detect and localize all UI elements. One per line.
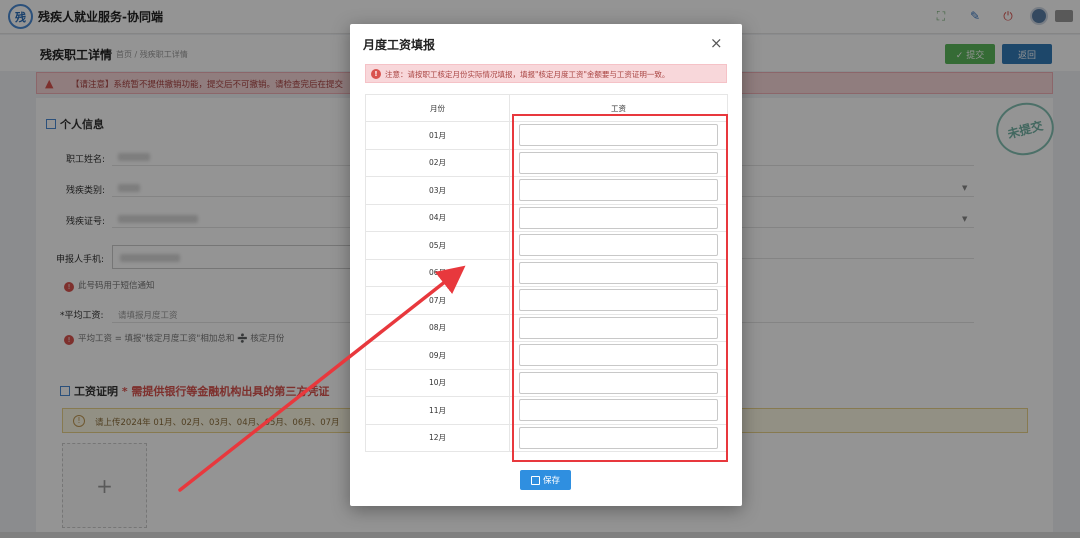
col-header-month: 月份 <box>365 94 510 122</box>
salary-cell <box>509 396 728 425</box>
salary-row: 12月 <box>365 423 728 452</box>
salary-row: 07月 <box>365 286 728 315</box>
salary-row: 03月 <box>365 176 728 205</box>
col-header-salary: 工资 <box>509 94 728 122</box>
salary-input[interactable] <box>519 344 718 367</box>
salary-row: 06月 <box>365 258 728 287</box>
month-cell: 06月 <box>365 258 510 287</box>
save-button[interactable]: 保存 <box>520 470 571 490</box>
salary-input[interactable] <box>519 261 718 284</box>
month-cell: 01月 <box>365 121 510 150</box>
salary-input[interactable] <box>519 399 718 422</box>
month-cell: 05月 <box>365 231 510 260</box>
salary-input[interactable] <box>519 234 718 257</box>
salary-row: 08月 <box>365 313 728 342</box>
salary-input[interactable] <box>519 371 718 394</box>
salary-row: 04月 <box>365 203 728 232</box>
close-icon[interactable]: × <box>710 34 723 52</box>
month-cell: 02月 <box>365 148 510 177</box>
save-icon <box>530 475 540 485</box>
salary-row: 11月 <box>365 396 728 425</box>
salary-cell <box>509 231 728 260</box>
modal-title: 月度工资填报 <box>363 38 436 52</box>
salary-cell <box>509 423 728 452</box>
salary-cell <box>509 286 728 315</box>
salary-input[interactable] <box>519 206 718 229</box>
salary-input[interactable] <box>519 426 718 449</box>
salary-cell <box>509 313 728 342</box>
month-cell: 10月 <box>365 368 510 397</box>
month-cell: 07月 <box>365 286 510 315</box>
month-cell: 08月 <box>365 313 510 342</box>
salary-cell <box>509 148 728 177</box>
salary-row: 01月 <box>365 121 728 150</box>
salary-input[interactable] <box>519 179 718 202</box>
salary-table: 月份 工资 01月 02月 03月 04月 05月 06月 07月 08月 09月 10月 11月 1… <box>365 94 728 452</box>
month-cell: 04月 <box>365 203 510 232</box>
salary-input[interactable] <box>519 289 718 312</box>
salary-input[interactable] <box>519 316 718 339</box>
salary-modal: 月度工资填报 × ! 注意：请按职工核定月份实际情况填报，填报"核定月度工资"金… <box>350 24 742 506</box>
modal-notice-text: 注意：请按职工核定月份实际情况填报，填报"核定月度工资"金额要与工资证明一致。 <box>385 70 670 79</box>
save-label: 保存 <box>542 476 560 486</box>
salary-input[interactable] <box>519 151 718 174</box>
salary-cell <box>509 121 728 150</box>
salary-row: 10月 <box>365 368 728 397</box>
modal-notice: ! 注意：请按职工核定月份实际情况填报，填报"核定月度工资"金额要与工资证明一致… <box>365 64 727 83</box>
salary-cell <box>509 258 728 287</box>
month-cell: 11月 <box>365 396 510 425</box>
month-cell: 03月 <box>365 176 510 205</box>
salary-cell <box>509 176 728 205</box>
salary-row: 09月 <box>365 341 728 370</box>
salary-cell <box>509 368 728 397</box>
salary-input[interactable] <box>519 124 718 147</box>
month-cell: 12月 <box>365 423 510 452</box>
salary-row: 02月 <box>365 148 728 177</box>
salary-cell <box>509 203 728 232</box>
salary-cell <box>509 341 728 370</box>
month-cell: 09月 <box>365 341 510 370</box>
alert-icon: ! <box>371 69 381 79</box>
salary-row: 05月 <box>365 231 728 260</box>
